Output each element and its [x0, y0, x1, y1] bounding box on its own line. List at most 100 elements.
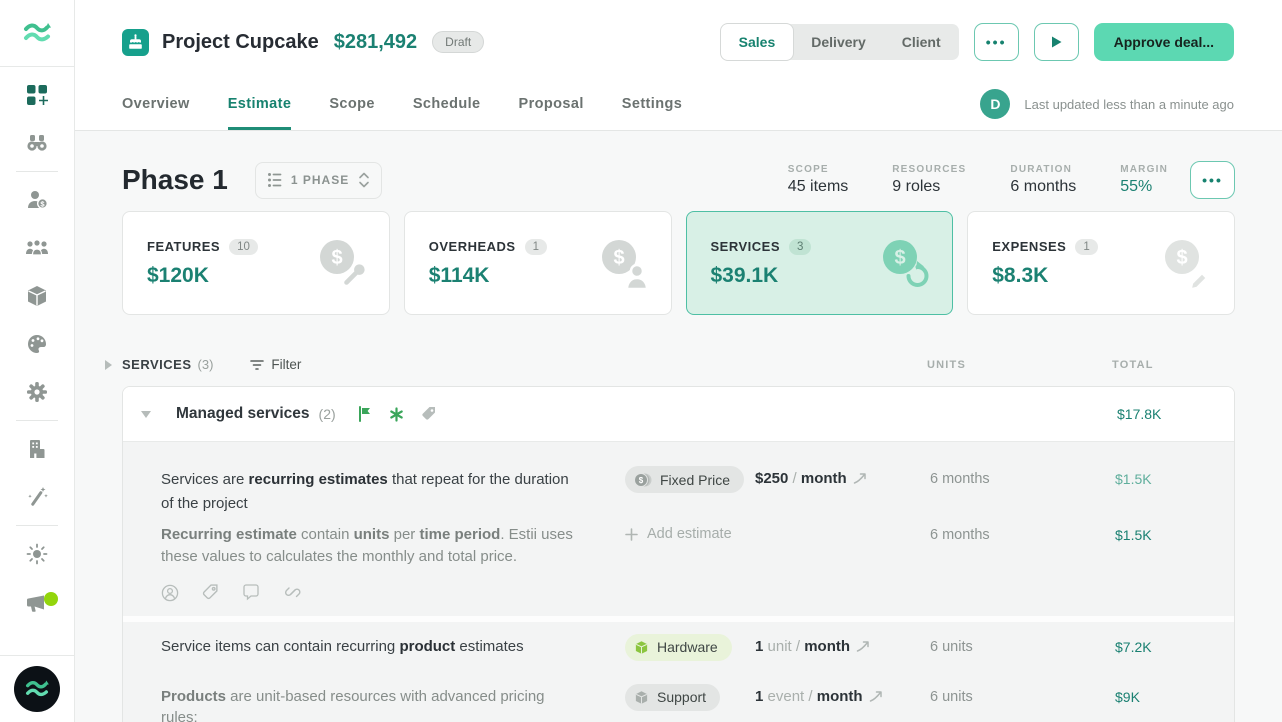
dollar-refresh-icon: $ [874, 235, 930, 291]
chevron-updown-icon [358, 172, 370, 188]
link-icon[interactable] [283, 584, 301, 602]
user-avatar[interactable]: D [980, 89, 1010, 119]
app-window: $ [0, 0, 1282, 722]
mode-delivery[interactable]: Delivery [793, 24, 883, 60]
flag-icon[interactable] [358, 406, 372, 422]
page-title: Project Cupcake [162, 31, 319, 54]
card-services[interactable]: SERVICES 3 $39.1K $ [686, 211, 954, 315]
row-meta-actions [123, 584, 1234, 602]
account-avatar[interactable] [14, 666, 60, 712]
support-chip[interactable]: Support [625, 684, 720, 711]
svg-text:$: $ [1176, 247, 1187, 269]
price-cell[interactable]: $250 / month [755, 470, 930, 487]
services-section-header: SERVICES (3) Filter UNITS TOTAL [122, 357, 1235, 372]
mode-sales[interactable]: Sales [721, 24, 794, 60]
row-description: Service items can contain recurring prod… [161, 636, 585, 659]
section-title: SERVICES [122, 357, 192, 372]
people-icon [24, 236, 50, 260]
group-row-managed-services[interactable]: Managed services (2) [123, 387, 1234, 442]
cube-icon [25, 284, 49, 308]
trend-icon [853, 472, 867, 485]
header: Project Cupcake $281,492 Draft Sales Del… [75, 0, 1282, 131]
notification-dot [44, 592, 58, 606]
dollar-person-icon: $ [593, 235, 649, 291]
total-cell: $1.5K [1115, 471, 1234, 487]
phase-selector-label: 1 PHASE [291, 173, 349, 187]
project-tabs: Overview Estimate Scope Schedule Proposa… [122, 96, 682, 130]
collapse-arrow-icon[interactable] [105, 360, 112, 370]
phase-more-button[interactable]: ••• [1190, 161, 1235, 199]
tab-schedule[interactable]: Schedule [413, 96, 481, 130]
tag-icon[interactable] [421, 406, 437, 422]
main-content: Phase 1 1 PHASE SCOPE 45 items [75, 131, 1282, 722]
mode-switcher: Sales Delivery Client [721, 24, 959, 60]
tab-estimate[interactable]: Estimate [228, 96, 292, 130]
app-logo[interactable] [0, 0, 74, 67]
hardware-chip[interactable]: Hardware [625, 634, 732, 661]
tab-settings[interactable]: Settings [622, 96, 682, 130]
price-cell[interactable]: 1 unit / month [755, 638, 930, 655]
sidebar-item-automation[interactable] [0, 473, 74, 521]
tab-proposal[interactable]: Proposal [519, 96, 584, 130]
wand-icon [25, 485, 49, 509]
mode-client[interactable]: Client [884, 24, 959, 60]
sidebar-item-branding[interactable] [0, 320, 74, 368]
count-badge: 10 [229, 239, 258, 255]
sidebar-item-theme[interactable] [0, 530, 74, 578]
summary-cards: FEATURES 10 $120K $ OVERHEADS [122, 211, 1235, 315]
svg-text:$: $ [895, 247, 906, 269]
tab-scope[interactable]: Scope [329, 96, 375, 130]
group-count: (2) [319, 406, 336, 422]
approve-deal-button[interactable]: Approve deal... [1094, 23, 1234, 61]
comment-icon[interactable] [242, 584, 260, 601]
row-description-secondary: Products are unit-based resources with a… [161, 686, 585, 722]
sidebar-item-search[interactable] [0, 119, 74, 167]
stat-scope: SCOPE 45 items [788, 164, 848, 196]
dollar-pencil-icon: $ [1156, 235, 1212, 291]
card-expenses[interactable]: EXPENSES 1 $8.3K $ [967, 211, 1235, 315]
fixed-price-chip[interactable]: $ Fixed Price [625, 466, 744, 493]
add-estimate-button[interactable]: Add estimate [625, 526, 930, 542]
status-badge: Draft [432, 31, 484, 53]
play-icon [1050, 35, 1063, 49]
sidebar-nav: $ [0, 67, 74, 655]
person-dollar-icon: $ [25, 188, 49, 212]
grid-plus-icon [25, 83, 49, 107]
phase-stats: SCOPE 45 items RESOURCES 9 roles DURATIO… [788, 164, 1168, 196]
sidebar-item-team[interactable] [0, 224, 74, 272]
person-circle-icon[interactable] [161, 584, 179, 602]
sidebar-item-projects[interactable] [0, 71, 74, 119]
total-cell: $1.5K [1115, 527, 1234, 543]
group-name: Managed services [176, 405, 310, 423]
svg-text:$: $ [331, 247, 342, 269]
list-icon [267, 172, 282, 188]
units-cell: 6 units [930, 639, 1115, 655]
asterisk-icon[interactable] [389, 407, 404, 422]
expand-arrow-icon[interactable] [141, 411, 151, 418]
sidebar-divider [16, 171, 58, 172]
more-actions-button[interactable]: ••• [974, 23, 1019, 61]
phase-selector[interactable]: 1 PHASE [255, 162, 382, 199]
sidebar-item-products[interactable] [0, 272, 74, 320]
cube-icon [634, 640, 649, 655]
palette-icon [25, 332, 49, 356]
building-icon [25, 437, 49, 461]
project-amount: $281,492 [334, 31, 417, 54]
filter-button[interactable]: Filter [250, 357, 301, 372]
stat-margin: MARGIN 55% [1120, 164, 1168, 196]
sidebar-item-rates[interactable]: $ [0, 176, 74, 224]
service-row-products: Service items can contain recurring prod… [123, 622, 1234, 722]
gear-icon [25, 380, 49, 404]
sidebar-item-settings[interactable] [0, 368, 74, 416]
sidebar-item-company[interactable] [0, 425, 74, 473]
sidebar-item-announcements[interactable] [0, 578, 74, 626]
account-area [0, 655, 74, 722]
dollar-wrench-icon: $ [311, 235, 367, 291]
tab-overview[interactable]: Overview [122, 96, 190, 130]
card-overheads[interactable]: OVERHEADS 1 $114K $ [404, 211, 672, 315]
play-button[interactable] [1034, 23, 1079, 61]
price-cell[interactable]: 1 event / month [755, 688, 930, 705]
trend-icon [856, 640, 870, 653]
card-features[interactable]: FEATURES 10 $120K $ [122, 211, 390, 315]
tag-icon[interactable] [202, 584, 219, 601]
